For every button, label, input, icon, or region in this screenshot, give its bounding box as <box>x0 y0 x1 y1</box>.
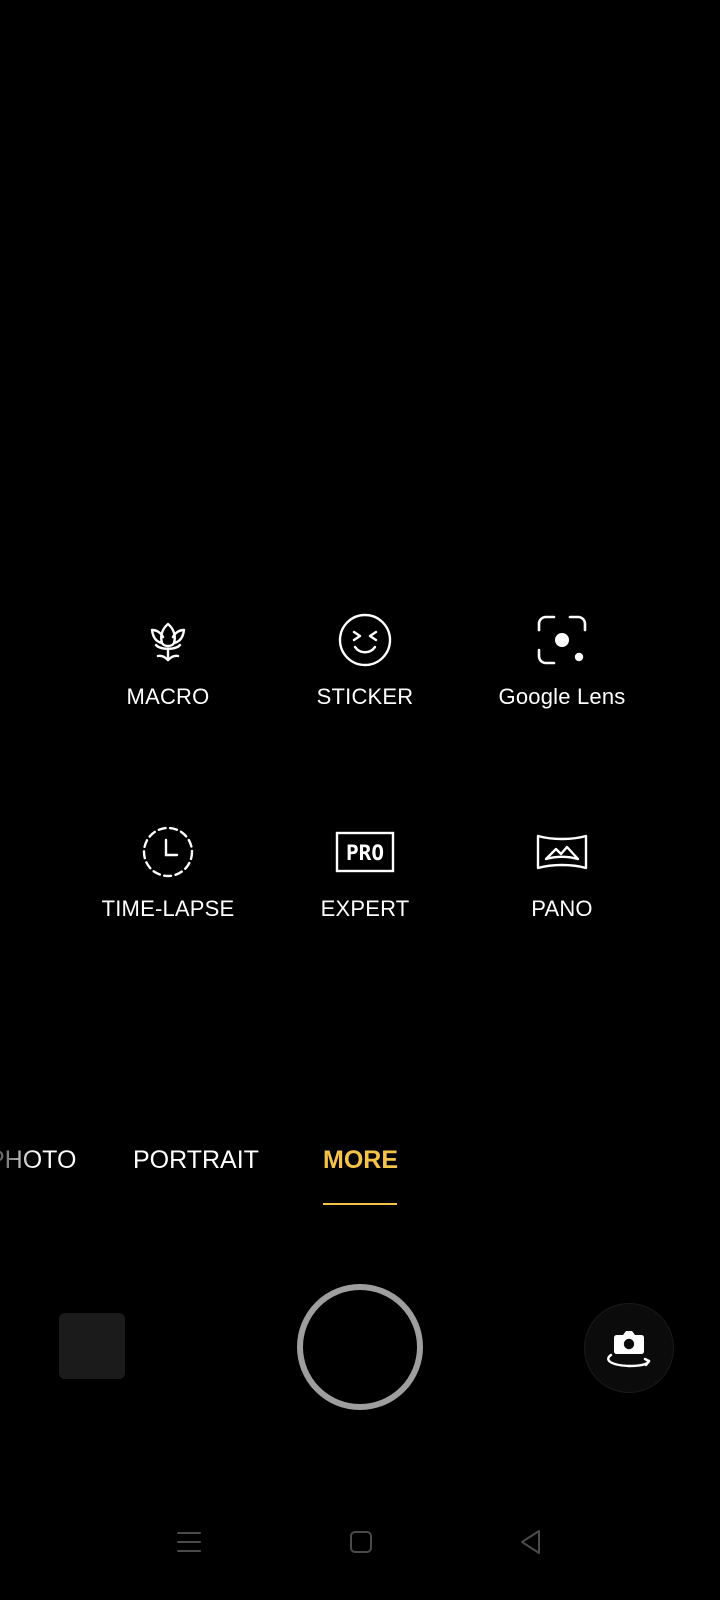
mode-time-lapse-label: TIME-LAPSE <box>101 896 235 921</box>
time-lapse-clock-icon <box>142 826 194 878</box>
mode-google-lens-label: Google Lens <box>498 684 626 709</box>
shutter-button[interactable] <box>297 1284 423 1410</box>
tab-photo[interactable]: PHOTO <box>0 1146 76 1175</box>
flip-camera-button[interactable] <box>584 1303 674 1393</box>
mode-macro[interactable]: MACRO <box>68 610 268 710</box>
back-icon[interactable] <box>517 1528 545 1556</box>
mode-expert-label: EXPERT <box>320 896 410 921</box>
pro-badge-text: PRO <box>346 841 384 865</box>
mode-sticker[interactable]: STICKER <box>265 610 465 710</box>
pro-badge-icon: PRO <box>335 831 395 873</box>
active-tab-indicator <box>323 1203 397 1205</box>
camera-mode-bar: PHOTO PORTRAIT MORE <box>0 1146 720 1206</box>
panorama-icon <box>536 834 588 870</box>
home-icon[interactable] <box>347 1528 375 1556</box>
flip-camera-icon <box>607 1331 651 1368</box>
sticker-face-icon <box>338 613 392 667</box>
gallery-thumbnail[interactable] <box>59 1313 125 1379</box>
mode-google-lens[interactable]: Google Lens <box>462 610 662 710</box>
mode-macro-label: MACRO <box>126 684 210 709</box>
menu-icon[interactable] <box>175 1528 203 1556</box>
mode-expert[interactable]: PRO EXPERT <box>265 822 465 922</box>
mode-time-lapse[interactable]: TIME-LAPSE <box>68 822 268 922</box>
mode-pano-label: PANO <box>531 896 593 921</box>
tab-portrait[interactable]: PORTRAIT <box>133 1146 259 1175</box>
mode-pano[interactable]: PANO <box>462 822 662 922</box>
macro-flower-icon <box>150 622 186 662</box>
tab-more[interactable]: MORE <box>323 1146 398 1175</box>
mode-sticker-label: STICKER <box>316 684 414 709</box>
navigation-bar <box>0 1528 720 1588</box>
google-lens-icon <box>537 615 587 665</box>
